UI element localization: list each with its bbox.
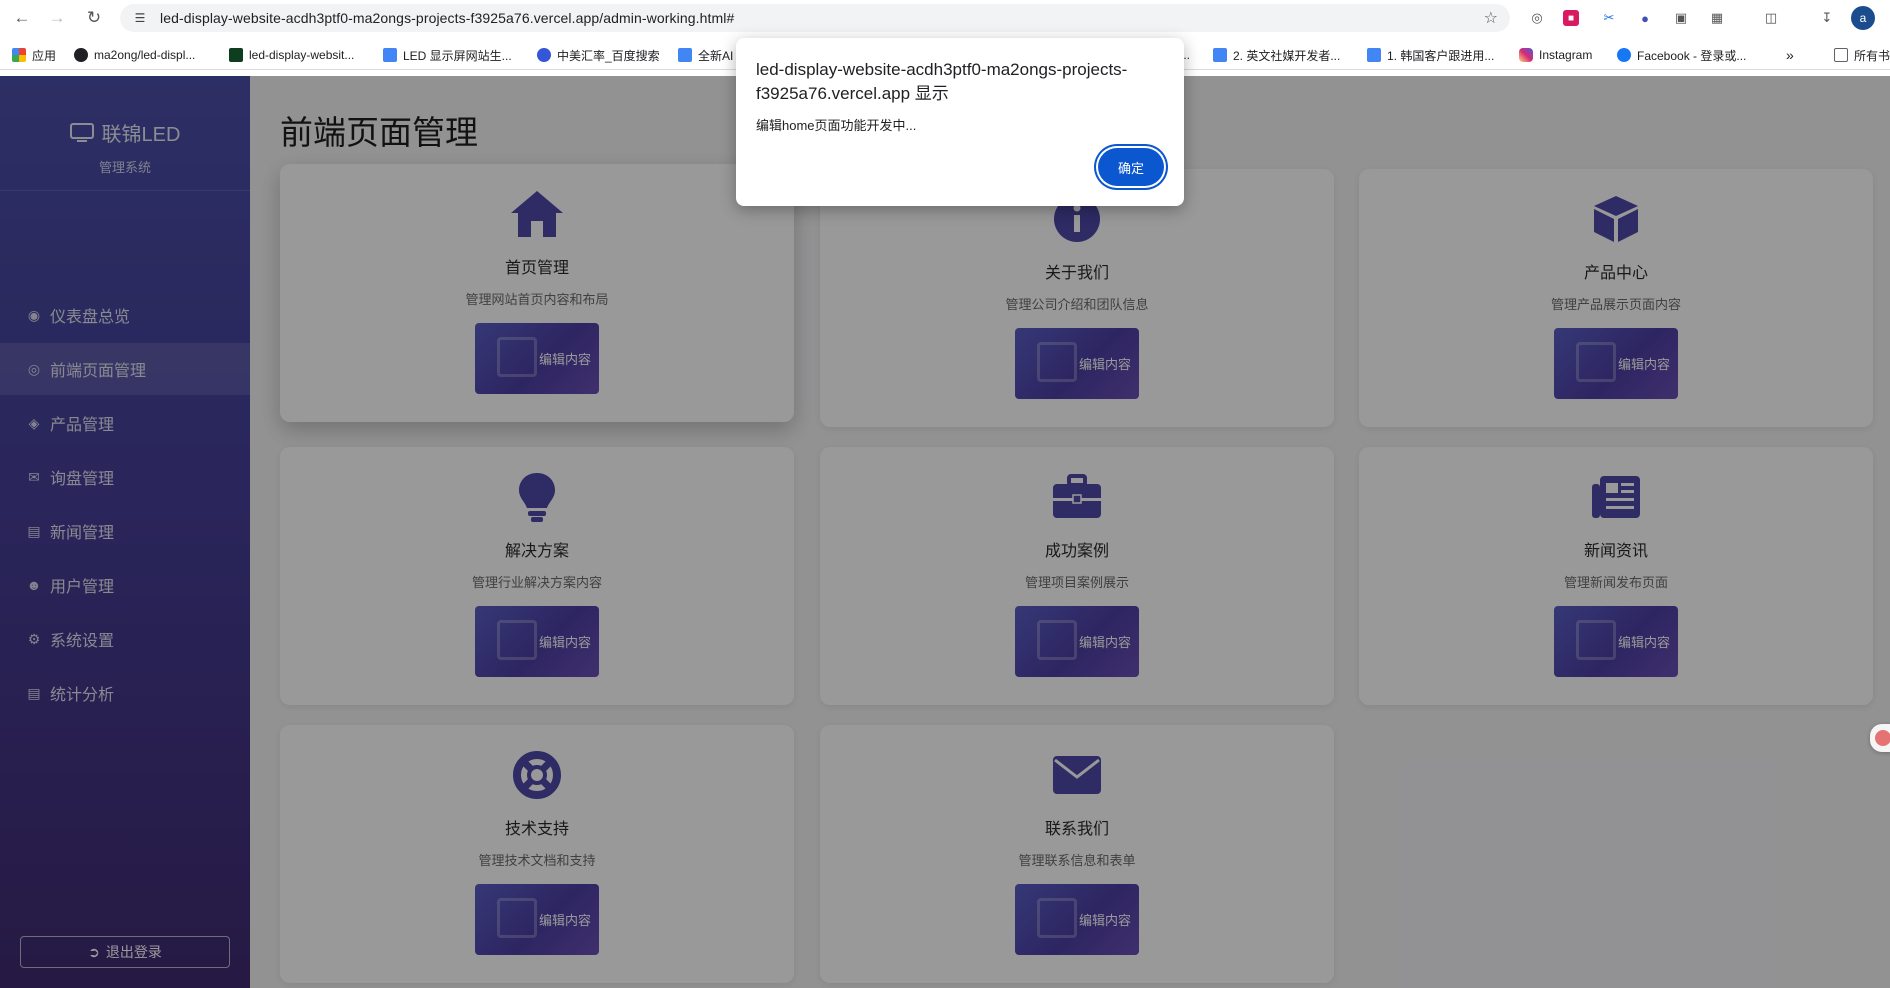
forward-button[interactable]: → xyxy=(45,6,69,30)
bookmarks-overflow[interactable]: » xyxy=(1786,47,1794,63)
bookmark-instagram[interactable]: Instagram xyxy=(1519,47,1592,63)
instagram-icon xyxy=(1519,48,1533,62)
bookmark-vercel[interactable]: led-display-websit... xyxy=(229,47,354,63)
bookmark-apps[interactable]: 应用 xyxy=(12,47,56,63)
extension-icon-2[interactable]: ■ xyxy=(1563,10,1579,26)
bookmark-english-social[interactable]: 2. 英文社媒开发者... xyxy=(1213,47,1340,63)
back-button[interactable]: ← xyxy=(10,6,34,30)
dialog-origin: led-display-website-acdh3ptf0-ma2ongs-pr… xyxy=(756,60,1128,103)
bookmark-label: ma2ong/led-displ... xyxy=(94,48,196,62)
doc-icon xyxy=(678,48,692,62)
facebook-icon xyxy=(1617,48,1631,62)
bookmark-facebook[interactable]: Facebook - 登录或... xyxy=(1617,47,1746,63)
baidu-icon xyxy=(537,48,551,62)
bookmark-label: led-display-websit... xyxy=(249,48,355,62)
bookmark-label: 所有书 xyxy=(1854,48,1890,63)
bookmark-label: 1. 韩国客户跟进用... xyxy=(1387,48,1495,63)
widget-icon xyxy=(1875,730,1890,746)
vercel-icon xyxy=(229,48,243,62)
bookmark-label: Instagram xyxy=(1539,48,1593,62)
dialog-message: 编辑home页面功能开发中... xyxy=(756,118,917,133)
extension-icon-1[interactable]: ◎ xyxy=(1527,8,1547,28)
bookmark-baidu[interactable]: 中美汇率_百度搜索 xyxy=(537,47,660,63)
bookmark-korea[interactable]: 1. 韩国客户跟进用... xyxy=(1367,47,1494,63)
camera-icon[interactable]: ▣ xyxy=(1671,8,1691,28)
doc-icon xyxy=(1213,48,1227,62)
tab-search-icon[interactable]: ◫ xyxy=(1761,8,1781,28)
bookmark-label: 2. 英文社媒开发者... xyxy=(1233,48,1341,63)
doc-icon xyxy=(383,48,397,62)
reload-button[interactable]: ↻ xyxy=(82,6,106,30)
browser-toolbar: ← → ↻ ☰ led-display-website-acdh3ptf0-ma… xyxy=(0,0,1890,36)
bookmark-label: 中美汇率_百度搜索 xyxy=(557,48,660,63)
doc-icon xyxy=(1367,48,1381,62)
github-icon xyxy=(74,48,88,62)
ok-button[interactable]: 确定 xyxy=(1098,148,1164,186)
download-icon[interactable]: ↧ xyxy=(1817,8,1837,28)
scissors-icon[interactable]: ✂ xyxy=(1599,8,1619,28)
apps-grid-icon xyxy=(12,48,26,62)
floating-widget[interactable] xyxy=(1870,724,1890,752)
bookmarks-overflow-label: » xyxy=(1786,47,1794,63)
address-bar[interactable]: ☰ led-display-website-acdh3ptf0-ma2ongs-… xyxy=(120,4,1510,32)
site-info-icon[interactable]: ☰ xyxy=(132,10,148,26)
bookmark-label: 应用 xyxy=(32,48,57,63)
url-text[interactable]: led-display-website-acdh3ptf0-ma2ongs-pr… xyxy=(160,10,734,26)
bookmark-label: Facebook - 登录或... xyxy=(1637,48,1747,63)
bookmark-star-icon[interactable]: ☆ xyxy=(1484,8,1498,28)
extensions-puzzle-icon[interactable]: ▦ xyxy=(1707,8,1727,28)
bookmark-label: 全新AI xyxy=(698,48,734,63)
profile-avatar[interactable]: a xyxy=(1851,6,1875,30)
folder-icon xyxy=(1834,48,1848,62)
bookmark-label: LED 显示屏网站生... xyxy=(403,48,512,63)
bookmark-github[interactable]: ma2ong/led-displ... xyxy=(74,47,195,63)
bookmark-ai[interactable]: 全新AI xyxy=(678,47,733,63)
modal-overlay xyxy=(0,76,1890,988)
alert-dialog: led-display-website-acdh3ptf0-ma2ongs-pr… xyxy=(736,38,1184,206)
extension-icon-4[interactable]: ● xyxy=(1635,8,1655,28)
bookmark-led-doc[interactable]: LED 显示屏网站生... xyxy=(383,47,512,63)
bookmark-all-folder[interactable]: 所有书 xyxy=(1834,47,1890,63)
